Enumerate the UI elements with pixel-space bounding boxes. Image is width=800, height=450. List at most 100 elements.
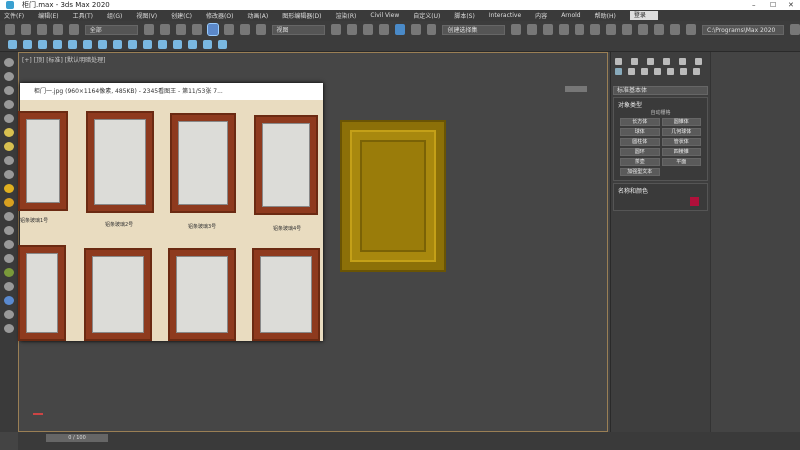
unlink-icon[interactable] bbox=[52, 24, 63, 35]
display-tab-icon[interactable] bbox=[679, 58, 686, 65]
sun-icon[interactable] bbox=[4, 184, 14, 193]
name-color-header[interactable]: 名称和颜色 bbox=[616, 186, 705, 195]
wrench-icon[interactable] bbox=[4, 212, 14, 221]
user-signin-dropdown[interactable]: 登录 bbox=[629, 11, 658, 20]
geometry-icon[interactable] bbox=[615, 68, 622, 75]
angle-snap-icon[interactable] bbox=[394, 24, 405, 35]
textplus-button[interactable]: 加强型文本 bbox=[620, 168, 660, 176]
menu-group[interactable]: 组(G) bbox=[107, 11, 122, 20]
object-color-swatch[interactable] bbox=[690, 197, 699, 206]
plane-button[interactable]: 平面 bbox=[661, 158, 701, 166]
menu-file[interactable]: 文件(F) bbox=[4, 11, 24, 20]
menu-content[interactable]: 内容 bbox=[535, 11, 547, 20]
spinner-snap-icon[interactable] bbox=[426, 24, 437, 35]
globe-icon[interactable] bbox=[128, 40, 137, 49]
torus-icon[interactable] bbox=[4, 128, 14, 137]
cameras-icon[interactable] bbox=[654, 68, 661, 75]
viewport-label[interactable]: [+] [顶] [标准] [默认明暗处理] bbox=[22, 55, 105, 64]
motion-icon[interactable] bbox=[4, 296, 14, 305]
scale-icon[interactable] bbox=[239, 24, 250, 35]
bend-icon[interactable] bbox=[173, 40, 182, 49]
link-icon[interactable] bbox=[36, 24, 47, 35]
menu-tools[interactable]: 工具(T) bbox=[73, 11, 93, 20]
scene-object-small[interactable] bbox=[565, 86, 587, 92]
bottle-icon[interactable] bbox=[83, 40, 92, 49]
box-icon[interactable] bbox=[4, 114, 14, 123]
menu-interactive[interactable]: Interactive bbox=[489, 12, 521, 19]
menu-rendering[interactable]: 渲染(R) bbox=[336, 11, 357, 20]
cylinder-icon[interactable] bbox=[98, 40, 107, 49]
undo-icon[interactable] bbox=[5, 24, 15, 35]
menu-edit[interactable]: 编辑(E) bbox=[38, 11, 58, 20]
sphere-icon[interactable] bbox=[4, 100, 14, 109]
scene-explorer-icon[interactable] bbox=[542, 24, 553, 35]
schematic-view-icon[interactable] bbox=[606, 24, 617, 35]
time-slider[interactable]: 0 / 100 bbox=[46, 434, 108, 442]
select-by-name-icon[interactable] bbox=[159, 24, 170, 35]
globe-icon[interactable] bbox=[4, 254, 14, 263]
motion-tab-icon[interactable] bbox=[663, 58, 670, 65]
menu-animation[interactable]: 动画(A) bbox=[247, 11, 268, 20]
sphere-button[interactable]: 球体 bbox=[620, 128, 660, 136]
window-crossing-icon[interactable] bbox=[191, 24, 202, 35]
layer-explorer-icon[interactable] bbox=[558, 24, 569, 35]
menu-graph-editors[interactable]: 图形编辑器(D) bbox=[282, 11, 321, 20]
cylinder-icon[interactable] bbox=[4, 142, 14, 151]
point-icon[interactable] bbox=[23, 40, 32, 49]
hierarchy-icon[interactable] bbox=[4, 240, 14, 249]
placement-icon[interactable] bbox=[255, 24, 266, 35]
render-setup-icon[interactable] bbox=[638, 24, 649, 35]
autogrid-checkbox[interactable]: 自动栅格 bbox=[616, 109, 705, 116]
viewport-layout-icon[interactable] bbox=[143, 40, 152, 49]
minimize-button[interactable]: – bbox=[752, 0, 756, 10]
reference-coordinate-dropdown[interactable]: 视图 bbox=[271, 24, 325, 35]
lights-icon[interactable] bbox=[641, 68, 648, 75]
hierarchy-tab-icon[interactable] bbox=[647, 58, 654, 65]
shapes-icon[interactable] bbox=[628, 68, 635, 75]
light-icon[interactable] bbox=[8, 40, 17, 49]
keyboard-shortcut-override-icon[interactable] bbox=[362, 24, 373, 35]
ring-icon[interactable] bbox=[113, 40, 122, 49]
menu-scripting[interactable]: 脚本(S) bbox=[454, 11, 475, 20]
image-icon[interactable] bbox=[4, 86, 14, 95]
space-warps-icon[interactable] bbox=[680, 68, 687, 75]
cone-button[interactable]: 圆锥体 bbox=[661, 118, 701, 126]
teapot-button[interactable]: 茶壶 bbox=[620, 158, 660, 166]
camera-icon[interactable] bbox=[4, 282, 14, 291]
render-icon[interactable] bbox=[670, 24, 681, 35]
material-editor-icon[interactable] bbox=[622, 24, 633, 35]
light-icon[interactable] bbox=[4, 198, 14, 207]
menu-arnold[interactable]: Arnold bbox=[561, 12, 580, 19]
maximize-button[interactable]: ☐ bbox=[770, 0, 776, 10]
curve-editor-icon[interactable] bbox=[590, 24, 601, 35]
select-object-icon[interactable] bbox=[144, 24, 154, 35]
helpers-icon[interactable] bbox=[667, 68, 674, 75]
rendered-frame-window-icon[interactable] bbox=[654, 24, 665, 35]
menu-create[interactable]: 创建(C) bbox=[171, 11, 192, 20]
render-cloud-icon[interactable] bbox=[686, 24, 697, 35]
menu-views[interactable]: 视图(V) bbox=[136, 11, 157, 20]
bind-space-warp-icon[interactable] bbox=[68, 24, 79, 35]
menu-civil-view[interactable]: Civil View bbox=[370, 12, 399, 19]
align-icon[interactable] bbox=[526, 24, 537, 35]
menu-customize[interactable]: 自定义(U) bbox=[413, 11, 440, 20]
brush-icon[interactable] bbox=[4, 226, 14, 235]
cabinet-door-model[interactable] bbox=[340, 120, 446, 272]
menu-modifiers[interactable]: 修改器(O) bbox=[206, 11, 233, 20]
image-viewer-window[interactable]: 柜门一.jpg (960×1164像素, 485KB) - 2345看图王 - … bbox=[18, 83, 323, 341]
torus-button[interactable]: 圆环 bbox=[620, 148, 660, 156]
category-dropdown[interactable]: 标准基本体 bbox=[613, 86, 708, 95]
modify-tab-icon[interactable] bbox=[631, 58, 638, 65]
rectangular-selection-icon[interactable] bbox=[175, 24, 186, 35]
object-paint-icon[interactable] bbox=[53, 40, 62, 49]
create-icon[interactable] bbox=[4, 58, 14, 67]
container-icon[interactable] bbox=[68, 40, 77, 49]
project-path-dropdown[interactable]: C:\Programs\Max 2020 bbox=[702, 24, 785, 35]
box-icon[interactable] bbox=[188, 40, 197, 49]
tube-button[interactable]: 管状体 bbox=[661, 138, 701, 146]
selection-filter-dropdown[interactable]: 全部 bbox=[84, 24, 139, 35]
ribbon-icon[interactable] bbox=[574, 24, 585, 35]
utilities-icon[interactable] bbox=[4, 324, 14, 333]
mirror-icon[interactable] bbox=[510, 24, 521, 35]
project-folder-icon[interactable] bbox=[790, 24, 800, 35]
